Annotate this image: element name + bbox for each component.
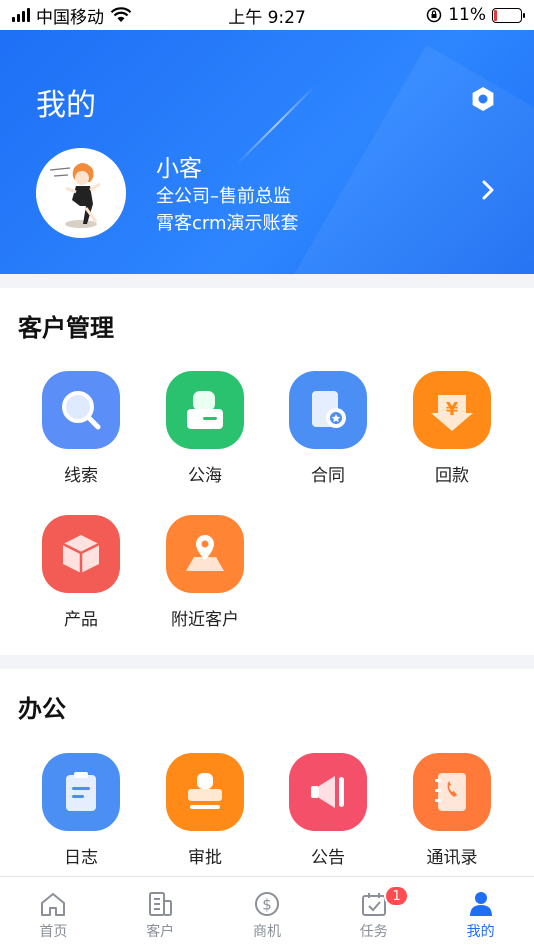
task-count-badge: 1 — [384, 885, 409, 907]
tab-label: 我的 — [466, 924, 495, 940]
section-divider — [0, 274, 534, 288]
stamp-icon — [166, 753, 244, 831]
tile-payments[interactable]: ¥ 回款 — [397, 371, 507, 486]
section-title-customer: 客户管理 — [18, 314, 114, 342]
tile-label: 日志 — [64, 848, 98, 868]
tile-label: 公海 — [188, 466, 222, 486]
page-title: 我的 — [36, 88, 96, 123]
tile-nearby-customers[interactable]: 附近客户 — [150, 515, 260, 630]
avatar[interactable] — [36, 148, 126, 238]
tab-label: 首页 — [39, 924, 68, 940]
contract-icon — [289, 371, 367, 449]
battery-icon — [492, 7, 525, 23]
tile-label: 产品 — [64, 610, 98, 630]
svg-text:¥: ¥ — [446, 399, 459, 420]
tab-opportunities[interactable]: $ 商机 — [214, 877, 321, 950]
tab-label: 任务 — [359, 924, 388, 940]
tile-label: 审批 — [188, 848, 222, 868]
announcement-icon — [289, 753, 367, 831]
settings-gear-icon[interactable] — [470, 86, 496, 112]
tile-approvals[interactable]: 审批 — [150, 753, 260, 868]
search-icon — [42, 371, 120, 449]
bottom-tab-bar: 首页 客户 $ 商机 任务 1 我的 — [0, 876, 534, 950]
profile-header: 我的 小客 全公司–售前总监 霄客crm演示账套 — [0, 30, 534, 274]
avatar-illustration — [36, 148, 126, 238]
svg-text:$: $ — [262, 896, 272, 914]
wifi-icon — [110, 7, 132, 22]
address-book-icon — [413, 753, 491, 831]
carrier-name: 中国移动 — [36, 7, 104, 28]
user-name: 小客 — [156, 156, 202, 182]
customer-icon — [149, 892, 173, 916]
section-title-office: 办公 — [18, 695, 66, 723]
opportunity-icon: $ — [254, 892, 279, 916]
section-divider — [0, 655, 534, 669]
tab-label: 商机 — [252, 924, 281, 940]
tab-profile[interactable]: 我的 — [427, 877, 534, 950]
tile-leads[interactable]: 线索 — [26, 371, 136, 486]
payment-icon: ¥ — [413, 371, 491, 449]
battery-percent: 11% — [448, 5, 486, 25]
tab-tasks[interactable]: 任务 1 — [320, 877, 427, 950]
home-icon — [41, 893, 66, 916]
log-icon — [42, 753, 120, 831]
tab-label: 客户 — [146, 924, 175, 940]
map-pin-icon — [166, 515, 244, 593]
profile-icon — [469, 892, 492, 916]
tile-products[interactable]: 产品 — [26, 515, 136, 630]
status-bar: 中国移动 上午 9:27 11% — [0, 0, 534, 30]
tile-contracts[interactable]: 合同 — [273, 371, 383, 486]
tile-label: 线索 — [64, 466, 98, 486]
tile-public-pool[interactable]: 公海 — [150, 371, 260, 486]
product-box-icon — [42, 515, 120, 593]
tab-customers[interactable]: 客户 — [107, 877, 214, 950]
tile-announcements[interactable]: 公告 — [273, 753, 383, 868]
rotation-lock-icon — [426, 7, 442, 23]
tile-label: 通讯录 — [426, 848, 478, 868]
tile-label: 公告 — [311, 848, 345, 868]
user-account: 霄客crm演示账套 — [156, 213, 299, 234]
tile-address-book[interactable]: 通讯录 — [397, 753, 507, 868]
tile-label: 合同 — [311, 466, 345, 486]
contact-card-icon — [166, 371, 244, 449]
tile-label: 回款 — [435, 466, 469, 486]
tab-home[interactable]: 首页 — [0, 877, 107, 950]
cellular-signal-icon — [12, 8, 30, 22]
tile-logs[interactable]: 日志 — [26, 753, 136, 868]
tile-label: 附近客户 — [171, 610, 239, 630]
user-department: 全公司–售前总监 — [156, 186, 291, 207]
chevron-right-icon[interactable] — [478, 178, 498, 202]
